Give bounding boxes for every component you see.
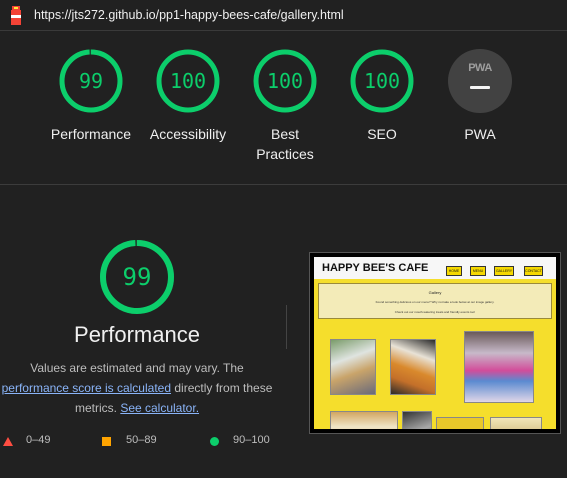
performance-main-gauge: 99 [99,239,175,315]
gallery-photo-7 [490,417,542,429]
triangle-icon [3,437,13,446]
performance-description: Values are estimated and may vary. The p… [0,358,274,418]
gallery-intro-box: Gallery Found something delicious on our… [318,283,552,319]
site-nav-home: HOME [446,266,462,276]
gallery-text-1: Found something delicious on our menu? W… [375,300,495,304]
accessibility-gauge[interactable]: 100 [156,49,220,113]
gallery-photo-2 [390,339,436,395]
performance-title: Performance [74,322,200,347]
seo-gauge[interactable]: 100 [350,49,414,113]
report-url[interactable]: https://jts272.github.io/pp1-happy-bees-… [34,8,344,22]
site-nav-menu: MENU [470,266,486,276]
circle-icon [210,437,219,446]
seo-score: 100 [363,69,401,93]
lighthouse-icon [11,6,21,25]
accessibility-score: 100 [169,69,207,93]
best-practices-score: 100 [266,69,304,93]
pwa-label: PWA [464,126,496,142]
see-calculator-link[interactable]: See calculator. [120,401,199,415]
performance-gauge[interactable]: 99 [59,49,123,113]
section-divider [0,184,567,185]
final-screenshot[interactable]: HAPPY BEE'S CAFE HOME MENU GALLERY CONTA… [309,252,561,434]
screenshot-page: HAPPY BEE'S CAFE HOME MENU GALLERY CONTA… [314,257,556,429]
pwa-icon: PWA [468,62,492,74]
gallery-photo-1 [330,339,376,395]
legend-pass: 90–100 [233,434,270,446]
desc-text-1: Values are estimated and may vary. The [30,361,244,375]
gallery-photo-3 [464,331,534,403]
site-nav-gallery: GALLERY [494,266,514,276]
performance-main-score: 99 [122,263,152,291]
gallery-section: Gallery Found something delicious on our… [314,279,556,429]
square-icon [102,437,111,446]
seo-label: SEO [367,126,397,142]
performance-score: 99 [78,69,104,93]
site-nav-contact: CONTACT [524,266,543,276]
legend-fail: 0–49 [26,434,51,446]
desc-text-2: directly from these [174,381,273,395]
accessibility-label: Accessibility [149,126,227,142]
legend-average: 50–89 [126,434,157,446]
site-title: HAPPY BEE'S CAFE [322,262,429,274]
url-bar: https://jts272.github.io/pp1-happy-bees-… [0,0,567,31]
gallery-text-2: Check out our mouth-watering treats and … [394,310,476,314]
gallery-photo-6 [436,417,484,429]
gallery-heading: Gallery [428,290,442,295]
best-practices-gauge[interactable]: 100 [253,49,317,113]
best-practices-label: Best Practices [256,126,314,162]
performance-label: Performance [50,126,132,142]
pwa-badge[interactable]: PWA [448,49,512,113]
gallery-photo-5 [402,411,432,429]
dash-icon [470,86,490,89]
vertical-divider [286,305,287,349]
gallery-photo-4 [330,411,398,429]
desc-text-3: metrics. [74,401,117,415]
score-calculated-link[interactable]: performance score is calculated [2,381,171,395]
